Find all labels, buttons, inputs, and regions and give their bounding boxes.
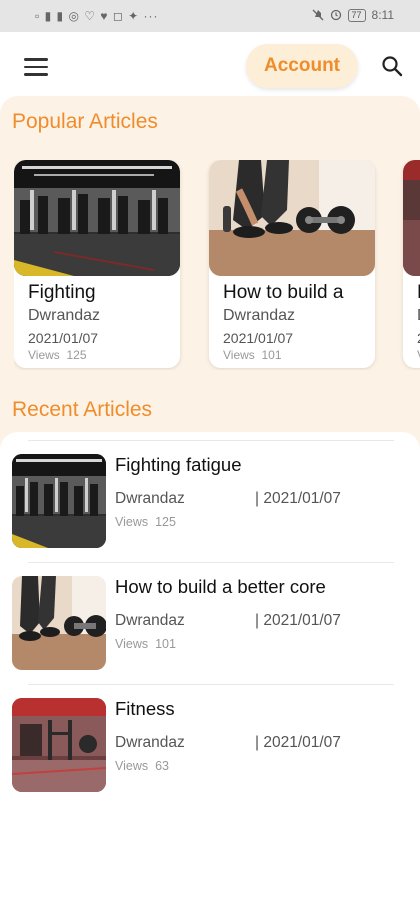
article-thumbnail	[12, 576, 106, 670]
article-date: | 2021/01/07	[255, 612, 341, 629]
article-views: Views 63	[115, 759, 169, 773]
popular-card-fitness[interactable]: F D 2 V	[403, 160, 420, 368]
popular-card-fighting[interactable]: Fighting Dwrandaz 2021/01/07 Views 125	[14, 160, 180, 368]
article-author: Dwrandaz	[223, 307, 296, 324]
popular-card-core[interactable]: How to build a Dwrandaz 2021/01/07 Views…	[209, 160, 375, 368]
article-author: Dwrandaz	[115, 734, 185, 751]
account-button[interactable]: Account	[246, 44, 358, 88]
recent-item-fighting-fatigue[interactable]: Fighting fatigue Dwrandaz | 2021/01/07 V…	[0, 442, 420, 548]
article-thumbnail	[12, 698, 106, 792]
article-views: Views 101	[115, 637, 176, 651]
article-title: How to build a	[223, 282, 344, 303]
recent-section-title: Recent Articles	[12, 398, 153, 421]
hamburger-menu-icon[interactable]	[24, 58, 48, 76]
article-title: Fighting fatigue	[115, 454, 242, 475]
article-date: 2021/01/07	[223, 330, 294, 346]
article-title: Fitness	[115, 698, 175, 719]
article-thumbnail	[12, 454, 106, 548]
divider	[28, 440, 394, 441]
article-date: 2021/01/07	[28, 330, 99, 346]
status-bar: ▫︎ ▮ ▮ ◎ ♡ ♥ ◻ ✦ ··· 77 8:11	[0, 0, 420, 32]
recent-item-better-core[interactable]: How to build a better core Dwrandaz | 20…	[0, 564, 420, 670]
popular-articles-list[interactable]: Fighting Dwrandaz 2021/01/07 Views 125 H…	[14, 160, 420, 370]
notification-icons: ▫︎ ▮ ▮ ◎ ♡ ♥ ◻ ✦ ···	[35, 9, 159, 23]
divider	[28, 684, 394, 685]
article-views: Views 125	[28, 348, 87, 362]
article-title: Fighting	[28, 282, 96, 303]
article-date: | 2021/01/07	[255, 490, 341, 507]
article-author: Dwrandaz	[28, 307, 101, 324]
status-icons: 77 8:11	[312, 8, 394, 22]
recent-item-fitness[interactable]: Fitness Dwrandaz | 2021/01/07 Views 63	[0, 686, 420, 792]
status-time: 8:11	[371, 8, 394, 22]
article-date: | 2021/01/07	[255, 734, 341, 751]
battery-icon: 77	[347, 8, 366, 22]
article-views: Views 101	[223, 348, 282, 362]
article-thumbnail	[403, 160, 420, 276]
article-views: Views 125	[115, 515, 176, 529]
article-title: How to build a better core	[115, 576, 326, 597]
divider	[28, 562, 394, 563]
article-author: Dwrandaz	[115, 490, 185, 507]
article-thumbnail	[14, 160, 180, 276]
app-header: Account	[0, 32, 420, 96]
mute-icon	[312, 9, 323, 21]
popular-section-title: Popular Articles	[12, 110, 158, 133]
article-author: Dwrandaz	[115, 612, 185, 629]
article-thumbnail	[209, 160, 375, 276]
search-icon[interactable]	[380, 54, 404, 78]
alarm-icon	[330, 9, 341, 21]
